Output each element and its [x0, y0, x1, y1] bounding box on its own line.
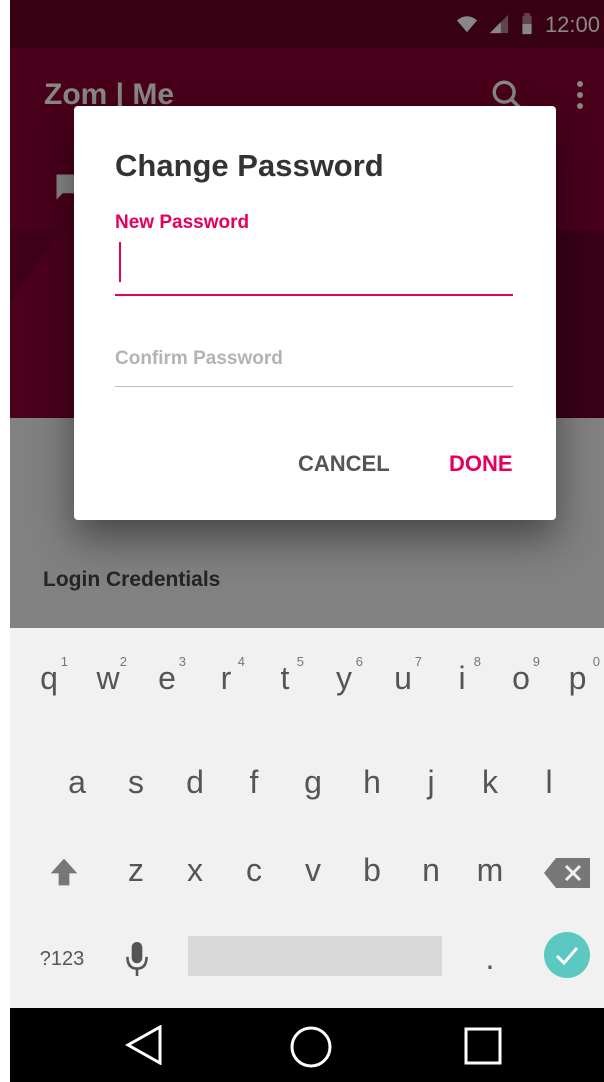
- key-j[interactable]: j: [406, 764, 456, 801]
- key-e[interactable]: e3: [142, 654, 192, 697]
- backspace-icon[interactable]: [544, 858, 590, 888]
- key-l[interactable]: l: [524, 764, 574, 801]
- key-p[interactable]: p0: [555, 654, 600, 697]
- phone-screen: 12:00 Zom | Me Login Credentials Change …: [10, 0, 604, 1082]
- key-t[interactable]: t5: [260, 654, 310, 697]
- text-cursor: [119, 242, 121, 282]
- soft-keyboard: q1 w2 e3 r4 t5 y6 u7 i8 o9 p0 a s d f g …: [10, 628, 604, 1008]
- key-s[interactable]: s: [111, 764, 161, 801]
- key-b[interactable]: b: [347, 852, 397, 889]
- new-password-input[interactable]: [115, 238, 513, 296]
- keyboard-row-1: q1 w2 e3 r4 t5 y6 u7 i8 o9 p0: [10, 654, 604, 750]
- key-q[interactable]: q1: [24, 654, 74, 697]
- period-key[interactable]: .: [470, 940, 510, 977]
- done-button[interactable]: DONE: [443, 450, 519, 478]
- dialog-title: Change Password: [115, 148, 384, 183]
- key-g[interactable]: g: [288, 764, 338, 801]
- key-v[interactable]: v: [288, 852, 338, 889]
- key-z[interactable]: z: [111, 852, 161, 889]
- key-d[interactable]: d: [170, 764, 220, 801]
- keyboard-row-3: z x c v b n m: [10, 852, 604, 942]
- key-i[interactable]: i8: [437, 654, 487, 697]
- key-h[interactable]: h: [347, 764, 397, 801]
- key-n[interactable]: n: [406, 852, 456, 889]
- keyboard-row-2: a s d f g h j k l: [10, 764, 604, 854]
- navigation-bar: [10, 1008, 604, 1082]
- cancel-button[interactable]: CANCEL: [292, 450, 396, 478]
- change-password-dialog: Change Password New Password CANCEL DONE: [74, 106, 556, 520]
- key-y[interactable]: y6: [319, 654, 369, 697]
- new-password-label: New Password: [115, 212, 250, 233]
- key-x[interactable]: x: [170, 852, 220, 889]
- recent-apps-icon[interactable]: [464, 1027, 502, 1065]
- key-m[interactable]: m: [465, 852, 515, 889]
- shift-icon[interactable]: [48, 856, 80, 888]
- check-icon[interactable]: [544, 932, 590, 978]
- back-icon[interactable]: [124, 1025, 164, 1065]
- screen: 12:00 Zom | Me Login Credentials Change …: [0, 0, 604, 1082]
- key-o[interactable]: o9: [496, 654, 546, 697]
- microphone-icon[interactable]: [124, 942, 150, 976]
- confirm-password-input[interactable]: [115, 332, 513, 387]
- home-icon[interactable]: [290, 1026, 332, 1068]
- key-u[interactable]: u7: [378, 654, 428, 697]
- key-f[interactable]: f: [229, 764, 279, 801]
- symbols-key[interactable]: ?123: [32, 948, 92, 971]
- key-r[interactable]: r4: [201, 654, 251, 697]
- spacebar[interactable]: [188, 936, 442, 976]
- key-w[interactable]: w2: [83, 654, 133, 697]
- key-c[interactable]: c: [229, 852, 279, 889]
- key-k[interactable]: k: [465, 764, 515, 801]
- key-a[interactable]: a: [52, 764, 102, 801]
